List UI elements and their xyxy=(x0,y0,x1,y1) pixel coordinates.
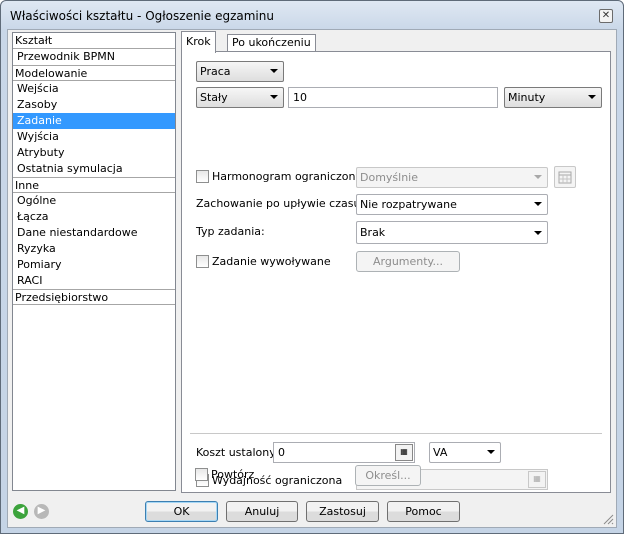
calendar-icon xyxy=(558,171,572,184)
fixed-cost-value: 0 xyxy=(278,446,285,459)
nav-item[interactable]: Dane niestandardowe xyxy=(13,225,175,241)
schedule-value: Domyślnie xyxy=(360,171,419,184)
called-task-label: Zadanie wywoływane xyxy=(212,255,331,268)
timeout-label: Zachowanie po upływie czasu: xyxy=(196,197,365,210)
chevron-down-icon xyxy=(487,450,495,454)
schedule-label: Harmonogram ograniczony xyxy=(212,170,362,183)
duration-unit-select[interactable]: Minuty xyxy=(504,87,602,108)
back-arrow-icon[interactable]: ◀ xyxy=(13,504,28,519)
nav-item[interactable]: Wyjścia xyxy=(13,129,175,145)
chevron-down-icon xyxy=(534,175,542,179)
resize-grip-icon[interactable] xyxy=(602,513,614,525)
ok-button[interactable]: OK xyxy=(145,501,218,522)
nav-item[interactable]: Ryzyka xyxy=(13,241,175,257)
chevron-down-icon xyxy=(270,69,278,73)
forward-arrow-icon[interactable]: ▶ xyxy=(34,504,49,519)
nav-group-header: Modelowanie xyxy=(13,65,175,81)
title-bar[interactable]: Właściwości kształtu - Ogłoszenie egzami… xyxy=(1,1,623,29)
work-type-value: Praca xyxy=(200,65,231,78)
task-panel: Praca Stały 10 Minuty Harmonogram ograni… xyxy=(181,51,611,493)
duration-value-input[interactable]: 10 xyxy=(288,87,498,108)
define-button[interactable]: Określ... xyxy=(355,465,421,486)
tab-krok[interactable]: Krok xyxy=(181,31,216,53)
close-icon[interactable]: ✕ xyxy=(599,9,613,23)
properties-window: Właściwości kształtu - Ogłoszenie egzami… xyxy=(0,0,624,534)
schedule-checkbox[interactable] xyxy=(196,170,209,183)
arguments-button[interactable]: Argumenty... xyxy=(356,251,460,272)
dialog-client: Kształt Przewodnik BPMN Modelowanie Wejścia… xyxy=(7,29,617,528)
task-type-label: Typ zadania: xyxy=(196,225,265,238)
schedule-calendar-button[interactable] xyxy=(554,166,576,188)
category-list: Kształt Przewodnik BPMN Modelowanie Wejścia… xyxy=(12,32,176,491)
cost-type-value: VA xyxy=(433,446,448,459)
cost-type-select[interactable]: VA xyxy=(429,442,501,463)
repeat-checkbox[interactable] xyxy=(195,468,208,481)
apply-button[interactable]: Zastosuj xyxy=(306,501,379,522)
duration-type-value: Stały xyxy=(200,91,228,104)
chevron-down-icon xyxy=(534,231,542,235)
window-title: Właściwości kształtu - Ogłoszenie egzami… xyxy=(10,9,274,23)
fixed-cost-label: Koszt ustalony: xyxy=(196,446,279,459)
section-divider xyxy=(190,433,602,434)
nav-item[interactable]: Zadanie xyxy=(13,113,175,129)
nav-group-header: Przedsiębiorstwo xyxy=(13,289,175,305)
repeat-label: Powtórz xyxy=(211,468,255,481)
chevron-down-icon xyxy=(270,95,278,99)
nav-item[interactable]: Pomiary xyxy=(13,257,175,273)
nav-item[interactable]: Atrybuty xyxy=(13,145,175,161)
timeout-value: Nie rozpatrywane xyxy=(360,198,457,211)
nav-item[interactable]: RACI xyxy=(13,273,175,289)
chevron-down-icon xyxy=(588,95,596,99)
calculator-icon[interactable]: ▦ xyxy=(395,444,413,461)
nav-item[interactable]: Zasoby xyxy=(13,97,175,113)
task-type-value: Brak xyxy=(360,226,386,239)
duration-type-select[interactable]: Stały xyxy=(196,87,284,108)
duration-unit-value: Minuty xyxy=(508,91,546,104)
work-type-select[interactable]: Praca xyxy=(196,61,284,82)
task-type-select[interactable]: Brak xyxy=(356,221,548,244)
called-task-checkbox[interactable] xyxy=(196,255,209,268)
timeout-select[interactable]: Nie rozpatrywane xyxy=(356,194,548,215)
nav-item[interactable]: Ogólne xyxy=(13,193,175,209)
nav-item[interactable]: Łącza xyxy=(13,209,175,225)
chevron-down-icon xyxy=(534,202,542,206)
calculator-icon[interactable]: ▦ xyxy=(528,471,546,488)
nav-group-header: Inne xyxy=(13,177,175,193)
nav-item[interactable]: Wejścia xyxy=(13,81,175,97)
schedule-select[interactable]: Domyślnie xyxy=(356,167,548,188)
tab-po-ukonczeniu[interactable]: Po ukończeniu xyxy=(227,34,316,52)
fixed-cost-input[interactable]: 0 ▦ xyxy=(273,442,415,463)
help-button[interactable]: Pomoc xyxy=(387,501,460,522)
nav-item[interactable]: Przewodnik BPMN xyxy=(13,49,175,65)
cancel-button[interactable]: Anuluj xyxy=(226,501,298,522)
nav-group-header: Kształt xyxy=(13,33,175,49)
nav-item[interactable]: Ostatnia symulacja xyxy=(13,161,175,177)
